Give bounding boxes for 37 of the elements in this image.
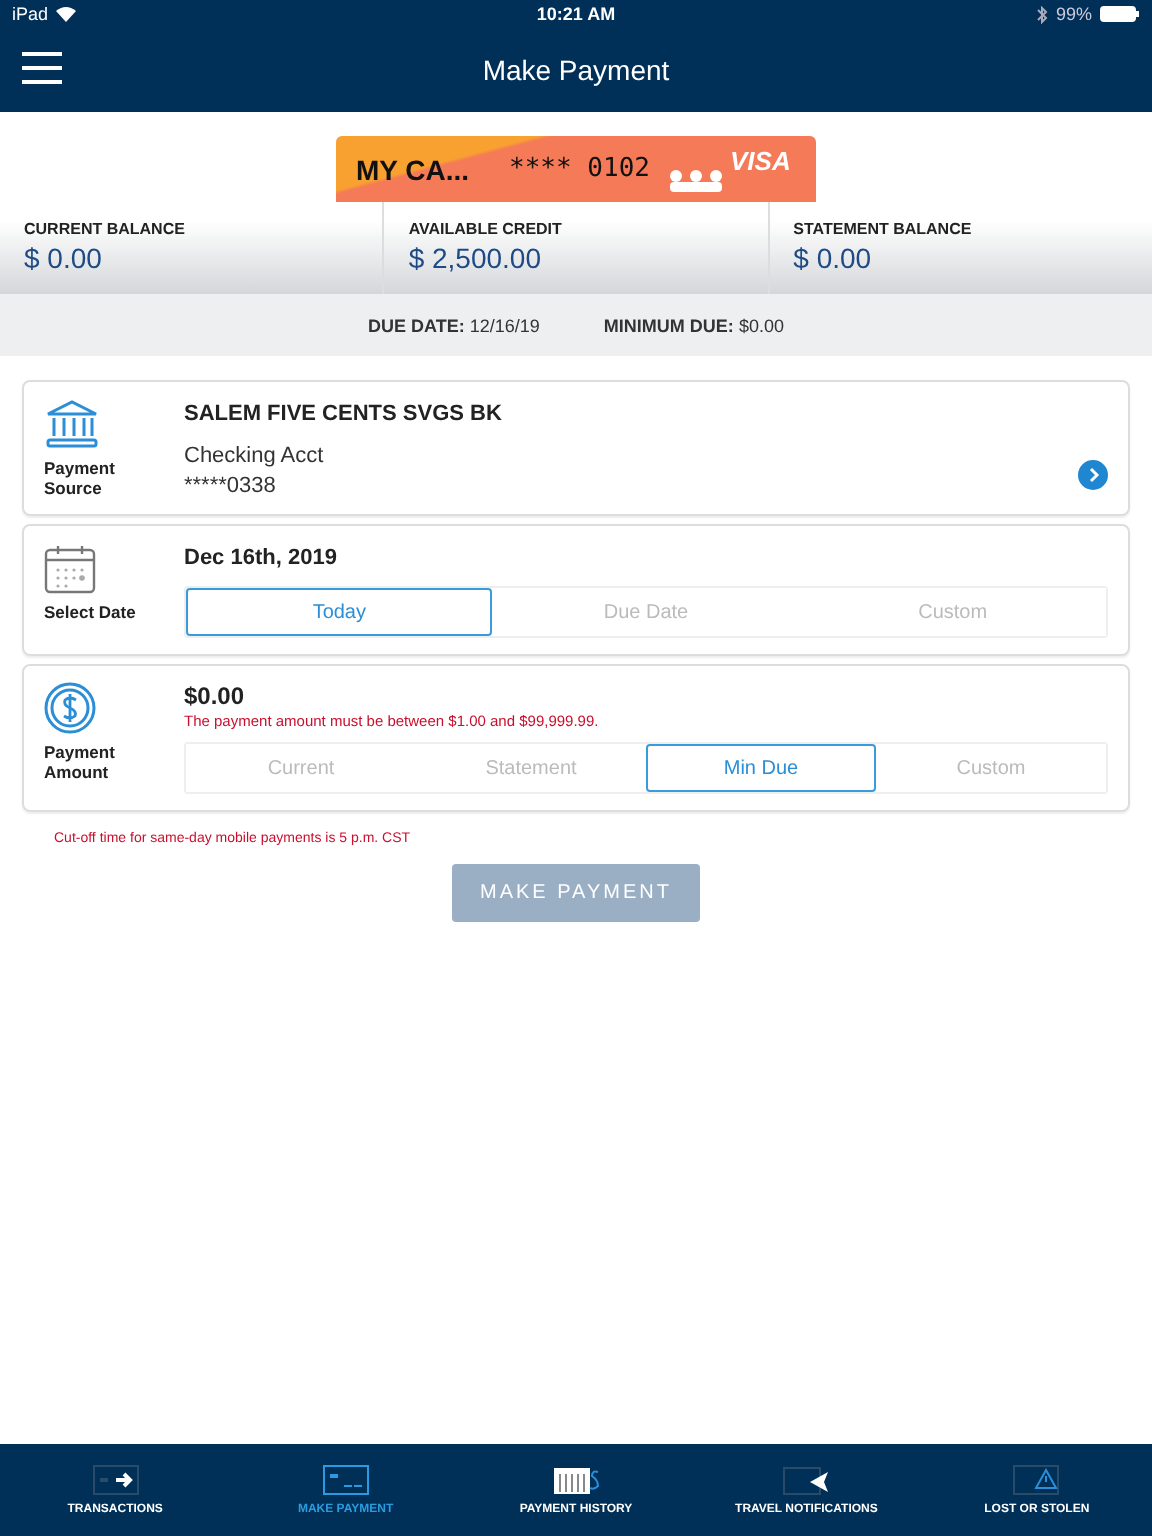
people-icon — [665, 167, 726, 191]
credit-card-icon — [321, 1464, 370, 1496]
device-name: iPad — [12, 4, 49, 24]
field-label: Payment Amount — [44, 742, 117, 782]
balance-label: AVAILABLE CREDIT — [408, 220, 564, 238]
clock: 10:21 AM — [536, 4, 616, 24]
card-name: MY CA... — [356, 153, 470, 185]
balance-value: $ 0.00 — [793, 242, 874, 274]
chevron-button[interactable] — [1078, 460, 1108, 490]
menu-icon[interactable] — [22, 52, 62, 84]
due-date: DUE DATE: 12/16/19 — [368, 315, 540, 335]
wifi-icon — [56, 6, 77, 22]
option-tab[interactable]: Min Due — [646, 744, 876, 792]
page-title: Make Payment — [482, 54, 670, 86]
battery-percent: 99% — [1055, 4, 1092, 24]
balance-label: STATEMENT BALANCE — [793, 220, 974, 238]
receipt-icon — [552, 1464, 600, 1496]
option-tab[interactable]: Today — [186, 588, 493, 636]
bank-icon — [44, 398, 100, 450]
account-number: *****0338 — [184, 474, 278, 498]
card-number: **** 0102 — [509, 154, 650, 184]
account-type: Checking Acct — [184, 444, 326, 468]
balance-value: $ 2,500.00 — [408, 242, 543, 274]
selected-date: Dec 16th, 2019 — [184, 546, 339, 570]
field-label: Select Date — [44, 602, 138, 622]
battery-icon — [1100, 6, 1140, 22]
minimum-due: MINIMUM DUE: $0.00 — [603, 315, 784, 335]
warning-card-icon — [1012, 1464, 1061, 1496]
balance-label: CURRENT BALANCE — [24, 220, 187, 238]
card-network: VISA — [729, 146, 791, 176]
bluetooth-icon — [1035, 5, 1048, 23]
payment-amount: $0.00 — [184, 682, 247, 710]
bank-name: SALEM FIVE CENTS SVGS BK — [184, 402, 504, 426]
field-label: Payment Source — [44, 458, 117, 498]
balance-value: $ 0.00 — [24, 242, 104, 274]
calendar-icon — [44, 542, 96, 594]
dollar-icon — [44, 682, 96, 734]
